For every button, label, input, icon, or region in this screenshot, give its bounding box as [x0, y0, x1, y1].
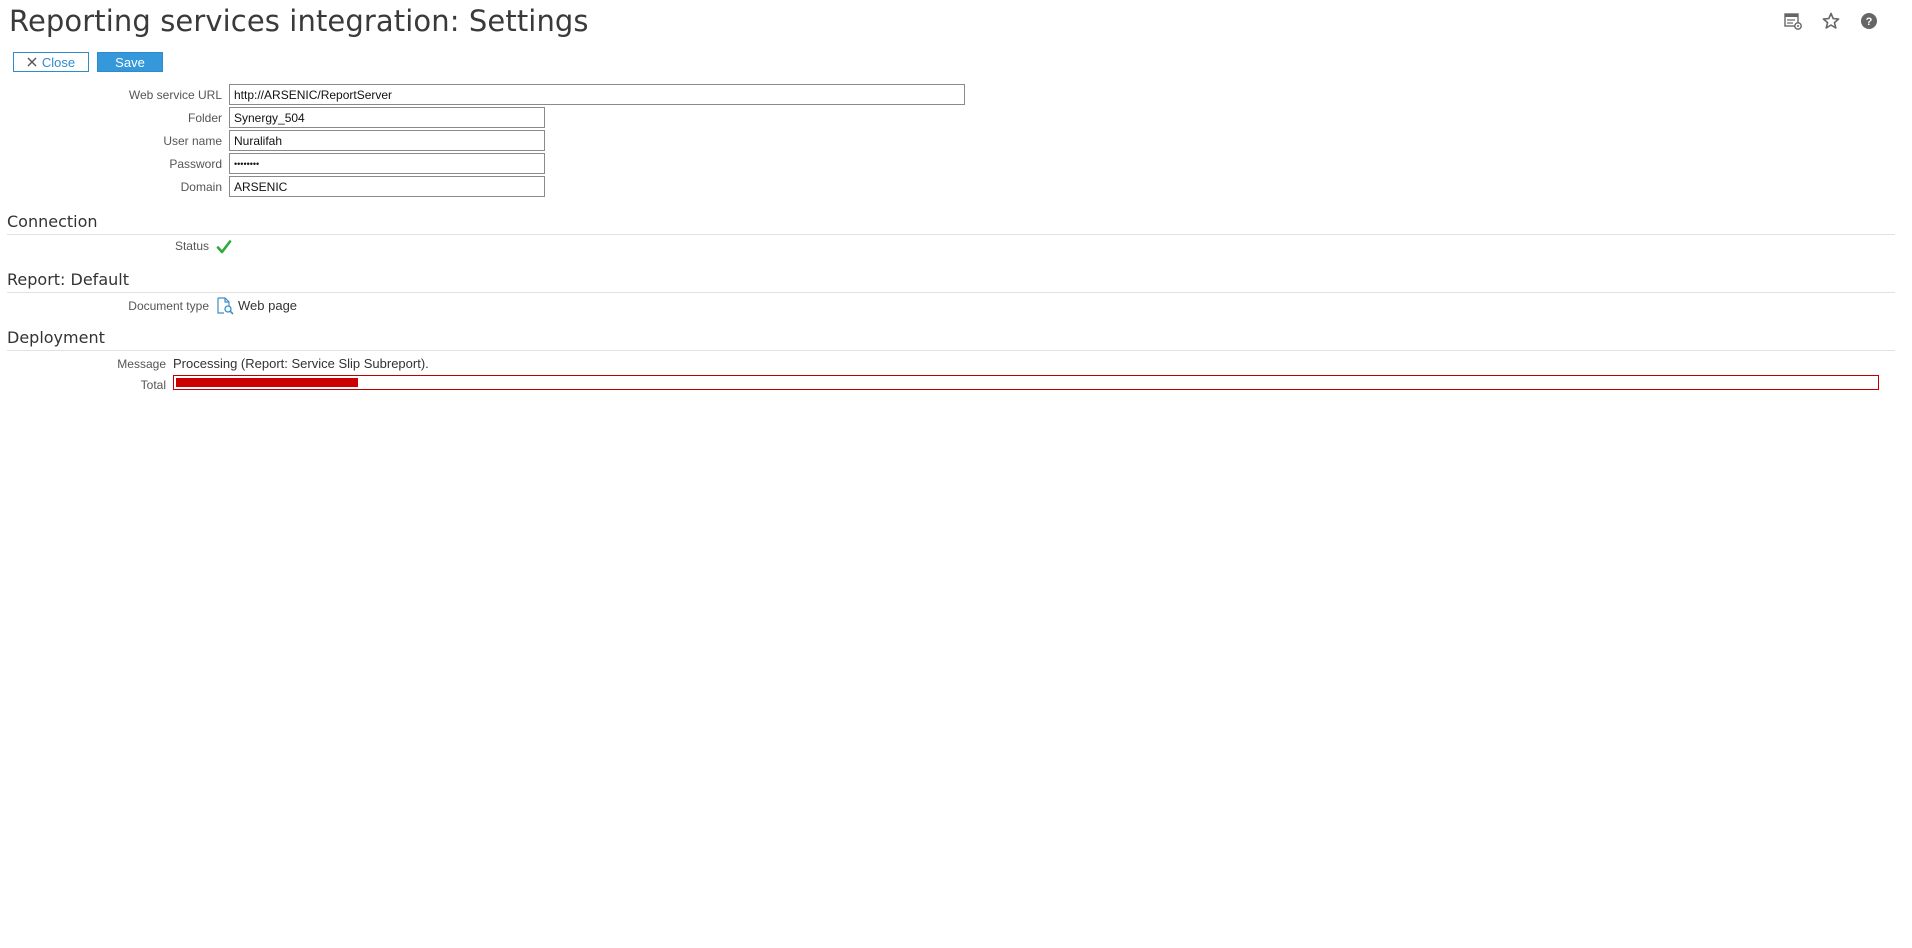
document-type-value: Web page — [238, 298, 298, 313]
password-label: Password — [169, 157, 222, 171]
svg-text:?: ? — [1866, 16, 1873, 28]
header-actions: ? — [1784, 12, 1878, 30]
message-value: Processing (Report: Service Slip Subrepo… — [173, 356, 429, 371]
close-button[interactable]: Close — [13, 52, 89, 72]
total-progress-bar — [173, 375, 1879, 390]
settings-page-icon[interactable] — [1784, 12, 1802, 30]
save-button[interactable]: Save — [97, 52, 163, 72]
folder-input[interactable] — [229, 107, 545, 128]
report-section-title: Report: Default — [7, 270, 129, 289]
web-service-url-label: Web service URL — [128, 88, 222, 102]
save-button-label: Save — [115, 54, 145, 70]
folder-label: Folder — [187, 111, 222, 125]
toolbar: Close Save — [13, 52, 163, 72]
document-preview-icon — [216, 297, 234, 318]
check-icon — [216, 239, 232, 258]
connection-section-title: Connection — [7, 212, 98, 231]
deployment-section: Deployment — [7, 328, 1895, 351]
domain-label: Domain — [180, 180, 222, 194]
message-label: Message — [117, 357, 166, 371]
field-row-web-service-url: Web service URL — [0, 84, 1000, 107]
star-icon[interactable] — [1822, 12, 1840, 30]
field-row-folder: Folder — [0, 107, 1000, 130]
domain-input[interactable] — [229, 176, 545, 197]
progress-fill — [176, 378, 358, 387]
section-divider — [7, 292, 1895, 293]
close-icon — [27, 57, 37, 67]
field-row-password: Password — [0, 153, 1000, 176]
deployment-section-title: Deployment — [7, 328, 105, 347]
field-row-user-name: User name — [0, 130, 1000, 153]
close-button-label: Close — [41, 54, 76, 70]
page-title: Reporting services integration: Settings — [9, 4, 589, 38]
user-name-label: User name — [163, 134, 222, 148]
report-section: Report: Default — [7, 270, 1895, 293]
web-service-url-input[interactable] — [229, 84, 965, 105]
user-name-input[interactable] — [229, 130, 545, 151]
help-icon[interactable]: ? — [1860, 12, 1878, 30]
section-divider — [7, 234, 1895, 235]
connection-section: Connection — [7, 212, 1895, 235]
password-input[interactable] — [229, 153, 545, 174]
document-type-label: Document type — [128, 299, 209, 313]
total-label: Total — [140, 378, 166, 392]
status-label: Status — [174, 239, 209, 253]
field-row-domain: Domain — [0, 176, 1000, 199]
section-divider — [7, 350, 1895, 351]
